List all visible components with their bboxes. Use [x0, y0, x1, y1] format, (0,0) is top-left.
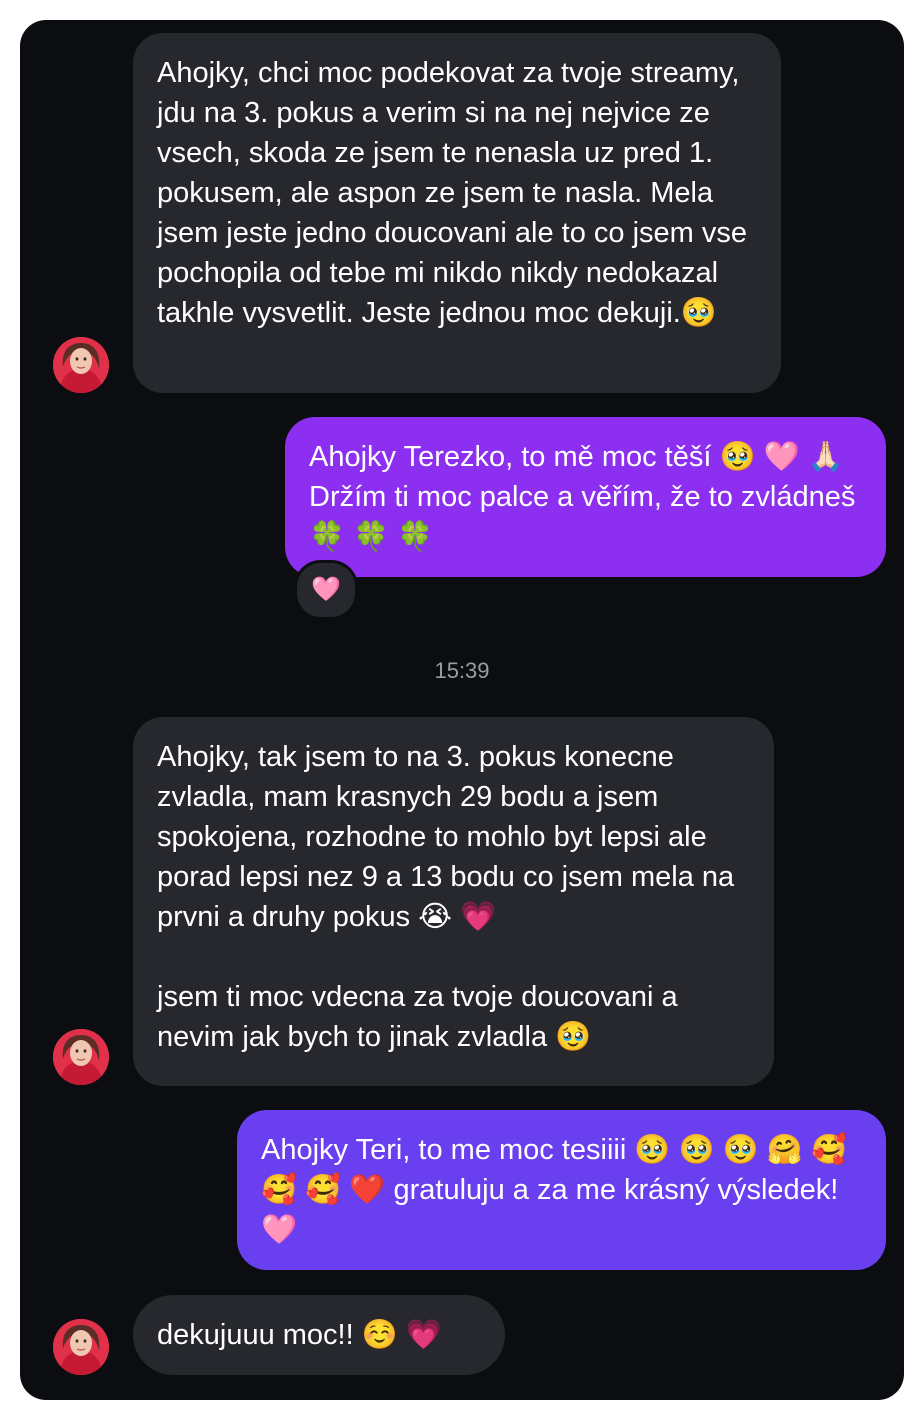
message-bubble-outgoing[interactable]: Ahojky Terezko, to mě moc těší 🥹 🩷 🙏🏻 Dr…: [285, 417, 886, 577]
contact-avatar[interactable]: [53, 1029, 109, 1085]
message-bubble-incoming[interactable]: Ahojky, tak jsem to na 3. pokus konecne …: [133, 717, 774, 1086]
message-bubble-outgoing[interactable]: Ahojky Teri, to me moc tesiiii 🥹 🥹 🥹 🤗 🥰…: [237, 1110, 886, 1270]
message-bubble-incoming[interactable]: Ahojky, chci moc podekovat za tvoje stre…: [133, 33, 781, 393]
contact-avatar[interactable]: [53, 1319, 109, 1375]
contact-avatar[interactable]: [53, 337, 109, 393]
chat-screen: Ahojky, chci moc podekovat za tvoje stre…: [20, 20, 904, 1400]
heart-reaction[interactable]: 🩷: [294, 560, 358, 620]
timestamp: 15:39: [434, 658, 490, 683]
message-bubble-incoming[interactable]: dekujuuu moc!! ☺️ 💗: [133, 1295, 505, 1375]
